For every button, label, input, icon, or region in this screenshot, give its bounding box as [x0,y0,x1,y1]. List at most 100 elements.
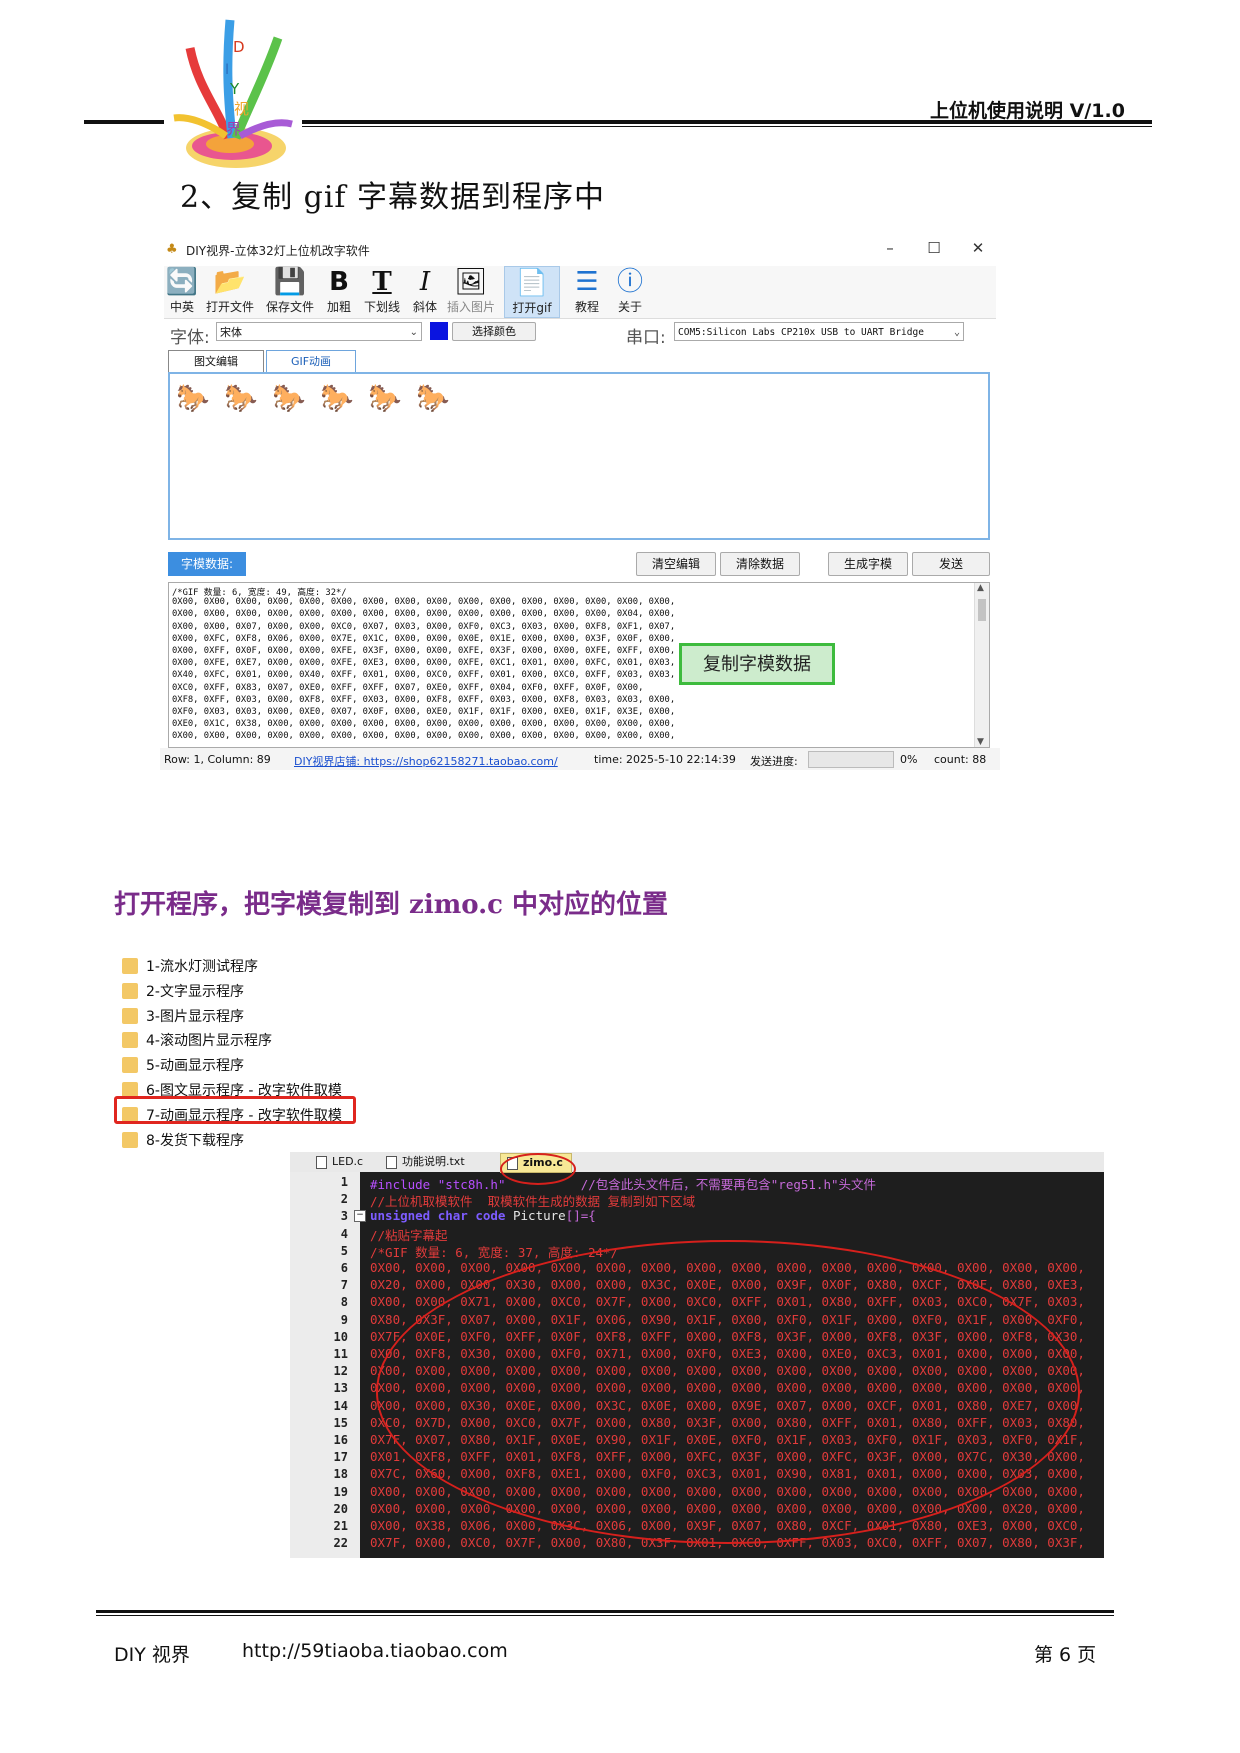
file-icon [386,1156,397,1169]
scroll-up-icon[interactable]: ▲ [977,583,984,593]
footer-url[interactable]: http://59tiaoba.tiaobao.com [242,1640,508,1662]
line-number: 1 [340,1175,348,1189]
line-number: 18 [333,1467,348,1482]
logo-letter: I [225,62,229,78]
footer-rule-thin [96,1615,1114,1616]
folder-name: 1-流水灯测试程序 [146,959,258,975]
font-row: 字体: 宋体 ⌄ 选择颜色 串口: COM5:Silicon Labs CP21… [164,320,996,348]
scrollbar[interactable]: ▲ ▼ [974,583,989,747]
toolbar-label: 加粗 [326,300,351,314]
send-button[interactable]: 发送 [912,552,990,576]
toolbar-button-6[interactable]: 🖼 插入图片 [446,266,496,318]
code-string: "stc8h.h" [437,1177,506,1192]
clear-edit-button[interactable]: 清空编辑 [636,552,716,576]
window-title: DIY视界-立体32灯上位机改字软件 [186,244,370,258]
copy-zimo-button[interactable]: 复制字模数据 [679,643,835,685]
choose-color-button[interactable]: 选择颜色 [452,322,536,341]
zimo-line: 0X40, 0XFC, 0X01, 0X00, 0X40, 0XFF, 0X01… [172,670,676,681]
tab-gif[interactable]: GIF动画 [266,350,356,373]
info-icon: ⓘ [616,267,643,297]
gif-frame: 🐎 [272,383,306,414]
line-number: 9 [340,1312,348,1327]
folder-name: 8-发货下载程序 [146,1132,244,1149]
logo-letter: Y [229,80,240,98]
toolbar-button-5[interactable]: I 斜体 [408,266,442,318]
toolbar-button-4[interactable]: T 下划线 [360,266,404,318]
zimo-label: 字模数据: [168,552,246,576]
editor-tabs: LED.c 功能说明.txt zimo.c [290,1152,1104,1173]
tutorial-icon: ☰ [575,267,599,297]
tab-text-edit[interactable]: 图文编辑 [168,350,264,373]
code-keyword: unsigned char code [370,1208,513,1223]
toolbar-button-3[interactable]: B 加粗 [322,266,356,318]
zimo-line: 0X00, 0XFF, 0X0F, 0X00, 0X00, 0XFE, 0X3F… [172,646,676,656]
folder-name: 2-文字显示程序 [146,983,244,1000]
folder-icon [122,982,138,999]
minimize-button[interactable]: – [878,239,902,257]
toolbar-label: 插入图片 [446,300,495,314]
shop-link[interactable]: DIY视界店铺: https://shop62158271.taobao.com… [294,753,558,769]
editor-tab-led[interactable]: LED.c [310,1153,371,1171]
zimo-line: 0XF0, 0X03, 0X03, 0X00, 0XE0, 0X07, 0X0F… [172,707,676,717]
code-directive: #include [370,1177,438,1192]
line-number: 10 [333,1329,348,1344]
toolbar-button-1[interactable]: 📂 打开文件 [204,266,256,318]
data-annotation-circle [376,1240,1080,1544]
scrollbar-thumb[interactable] [978,599,986,621]
toolbar-button-9[interactable]: ⓘ 关于 [610,266,650,318]
font-select[interactable]: 宋体 ⌄ [216,322,422,341]
maximize-button[interactable]: ☐ [922,239,946,257]
editor-tab-readme[interactable]: 功能说明.txt [380,1153,473,1171]
line-number: 19 [333,1484,348,1499]
toolbar-button-8[interactable]: ☰ 教程 [568,266,606,318]
logo: D I Y 视 界 [168,8,298,176]
line-number: 12 [333,1364,348,1379]
toolbar-button-7[interactable]: 📄 打开gif [504,266,560,318]
line-number: 17 [333,1450,348,1465]
toolbar-label: 教程 [574,300,599,314]
close-button[interactable]: ✕ [966,239,990,257]
status-count: count: 88 [934,753,987,766]
folder-icon [122,1131,138,1148]
logo-letter: 视 [234,100,249,118]
status-row-col: Row: 1, Column: 89 [164,753,271,766]
underline-icon: T [372,267,392,297]
progress-label: 发送进度: [750,755,798,768]
zimo-line: 0X00, 0X00, 0X00, 0X00, 0X00, 0X00, 0X00… [172,731,676,742]
footer-rule-thick [96,1610,1114,1613]
toolbar-label: 中英 [169,300,194,314]
folder-name: 4-滚动图片显示程序 [146,1033,272,1050]
window-titlebar: ♣ DIY视界-立体32灯上位机改字软件 – ☐ ✕ [160,236,1000,264]
gif-preview-area[interactable]: 🐎 🐎 🐎 🐎 🐎 🐎 [168,372,990,540]
tab-annotation-circle [500,1153,576,1185]
line-number: 15 [333,1415,348,1430]
clear-data-button[interactable]: 清除数据 [720,552,800,576]
zimo-data-textarea[interactable]: 0X00, 0X00, 0X00, 0X00, 0X00, 0X00, 0X00… [168,582,990,748]
lang-icon: 🔄 [165,267,199,297]
code-punct: []={ [565,1208,596,1223]
port-label: 串口: [626,328,666,348]
line-number: 6 [340,1261,348,1275]
gif-frame: 🐎 [320,383,354,414]
scroll-down-icon[interactable]: ▼ [977,737,984,747]
header-rule-left [84,120,164,124]
toolbar-button-0[interactable]: 🔄 中英 [164,266,200,318]
zimo-line: 0XE0, 0X1C, 0X38, 0X00, 0X00, 0X00, 0X00… [172,719,676,730]
editor-tab-label: 功能说明.txt [402,1155,465,1168]
port-select[interactable]: COM5:Silicon Labs CP210x USB to UART Bri… [674,322,964,341]
folder-icon [122,1057,138,1074]
toolbar-label: 打开文件 [205,300,254,314]
folder-open-icon: 📂 [213,267,247,297]
gif-frame: 🐎 [416,383,450,414]
zimo-line: 0XF8, 0XFF, 0X03, 0X00, 0XF8, 0XFF, 0X03… [172,694,676,705]
toolbar-label: 斜体 [412,300,437,314]
code-editor: LED.c 功能说明.txt zimo.c − 1 2 3 4 5 6 7 8 9 10 11 12 1… [290,1152,1104,1558]
line-number: 7 [340,1278,348,1293]
generate-zimo-button[interactable]: 生成字模 [828,552,908,576]
color-swatch[interactable] [430,322,448,340]
fold-icon[interactable]: − [354,1210,366,1222]
port-select-value: COM5:Silicon Labs CP210x USB to UART Bri… [678,327,924,338]
progress-bar [808,751,894,768]
toolbar-button-2[interactable]: 💾 保存文件 [262,266,318,318]
zimo-line: 0X00, 0XFE, 0XE7, 0X00, 0X00, 0XFE, 0XE3… [172,658,676,669]
